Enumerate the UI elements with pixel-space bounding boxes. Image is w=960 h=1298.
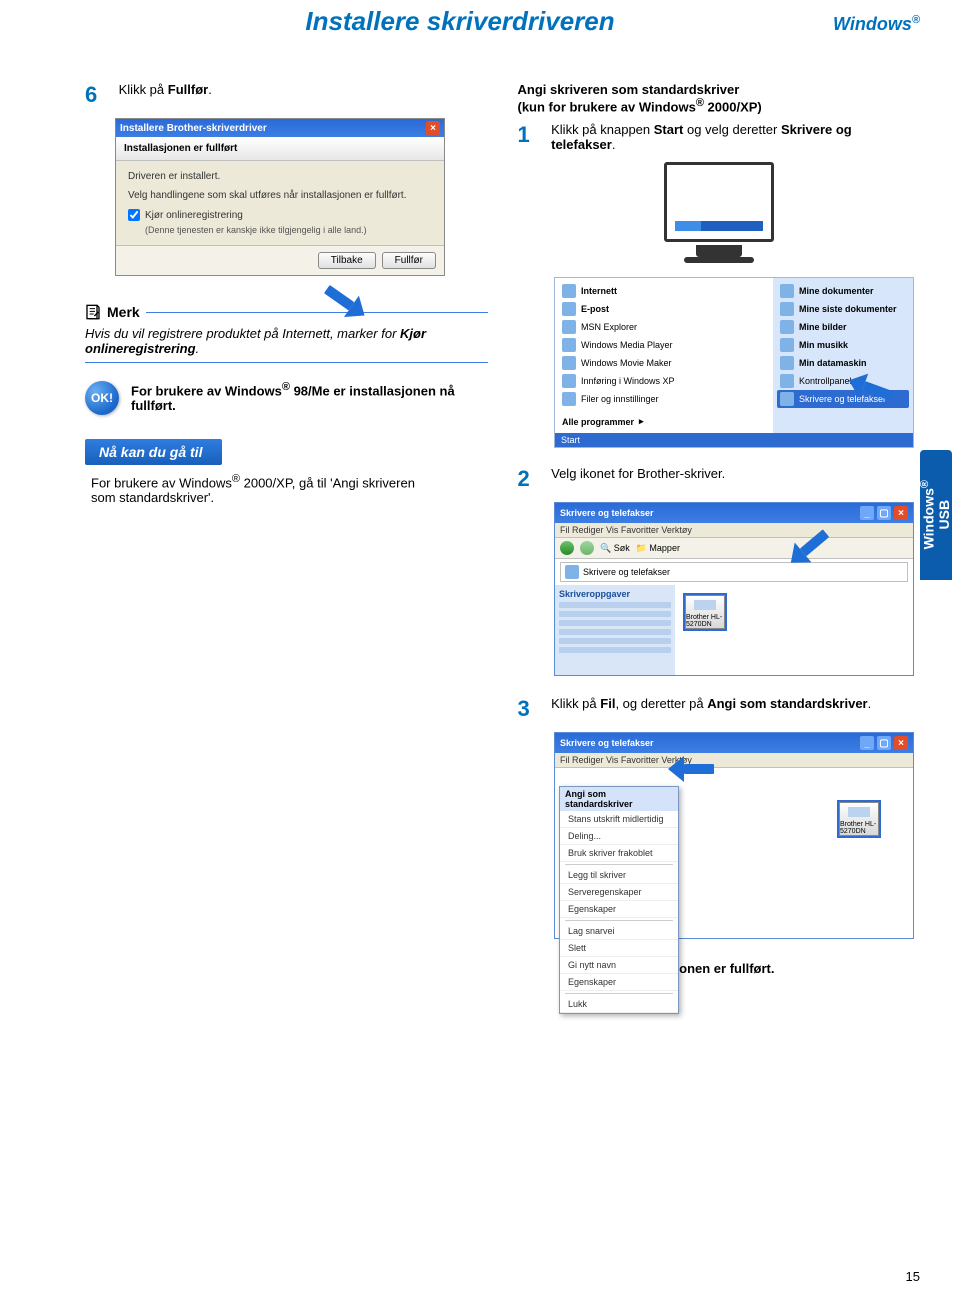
dialog-line1: Driveren er installert. xyxy=(128,171,432,182)
maximize-icon[interactable]: ▢ xyxy=(877,736,891,750)
file-menu-item[interactable]: Lukk xyxy=(560,996,678,1013)
close-icon[interactable]: × xyxy=(894,506,908,520)
file-menu-item[interactable]: Deling... xyxy=(560,828,678,845)
transfer-icon xyxy=(562,392,576,406)
file-menu-item[interactable]: Lag snarvei xyxy=(560,923,678,940)
minimize-icon[interactable]: _ xyxy=(860,506,874,520)
mail-icon xyxy=(562,302,576,316)
ie-icon xyxy=(562,284,576,298)
now-goto-button: Nå kan du gå til xyxy=(85,439,222,465)
right-intro: Angi skriveren som standardskriver (kun … xyxy=(518,82,921,114)
online-reg-note: (Denne tjenesten er kanskje ikke tilgjen… xyxy=(145,225,432,235)
brother-printer-icon[interactable]: Brother HL-5270DN xyxy=(685,595,725,629)
close-icon[interactable]: × xyxy=(894,736,908,750)
file-menu-item[interactable]: Legg til skriver xyxy=(560,867,678,884)
page-number: 15 xyxy=(906,1269,920,1284)
printers-window-2: Skrivere og telefakser _ ▢ × Fil Rediger… xyxy=(554,732,914,939)
start-menu-screenshot: Internett E-post MSN Explorer Windows Me… xyxy=(554,277,914,448)
file-menu-item[interactable]: Serveregenskaper xyxy=(560,884,678,901)
toolbar-search[interactable]: 🔍 Søk xyxy=(600,543,630,554)
file-menu-item[interactable]: Bruk skriver frakoblet xyxy=(560,845,678,862)
recent-icon xyxy=(780,302,794,316)
finish-button[interactable]: Fullfør xyxy=(382,252,436,269)
monitor-icon xyxy=(518,162,921,263)
step-2-text: Velg ikonet for Brother-skriver. xyxy=(551,466,725,481)
step-3-number: 3 xyxy=(518,696,548,722)
folder-icon xyxy=(565,565,579,579)
step-6-text: Klikk på Fullfør. xyxy=(119,82,212,97)
back-icon[interactable] xyxy=(560,541,574,555)
step-1-number: 1 xyxy=(518,122,548,148)
page-title: Installere skriverdriveren xyxy=(305,6,614,37)
file-menu-item[interactable]: Gi nytt navn xyxy=(560,957,678,974)
tour-icon xyxy=(562,374,576,388)
maximize-icon[interactable]: ▢ xyxy=(877,506,891,520)
printers-window-1: Skrivere og telefakser _ ▢ × Fil Rediger… xyxy=(554,502,914,676)
dialog-line2: Velg handlingene som skal utføres når in… xyxy=(128,190,432,201)
side-tasks-header: Skriveroppgaver xyxy=(559,589,671,599)
merk-body: Hvis du vil registrere produktet på Inte… xyxy=(85,322,488,363)
file-menu-item[interactable]: Egenskaper xyxy=(560,974,678,991)
window-menu[interactable]: Fil Rediger Vis Favoritter Verktøy xyxy=(555,523,913,538)
msn-icon xyxy=(562,320,576,334)
ok-text-1: For brukere av Windows® 98/Me er install… xyxy=(131,381,488,413)
window-title: Skrivere og telefakser xyxy=(560,508,654,518)
file-menu-item[interactable]: Slett xyxy=(560,940,678,957)
wmm-icon xyxy=(562,356,576,370)
step-6-number: 6 xyxy=(85,82,115,108)
online-reg-checkbox[interactable] xyxy=(128,209,140,221)
step-2-number: 2 xyxy=(518,466,548,492)
side-tab: Windows® USB xyxy=(920,450,952,580)
back-button[interactable]: Tilbake xyxy=(318,252,376,269)
ok-badge: OK! xyxy=(85,381,119,415)
step-1-text: Klikk på knappen Start og velg deretter … xyxy=(551,122,891,152)
note-icon xyxy=(85,304,101,320)
merk-title: Merk xyxy=(107,304,140,320)
step-3-text: Klikk på Fil, og deretter på Angi som st… xyxy=(551,696,871,711)
online-reg-label: Kjør onlineregistrering xyxy=(145,210,243,221)
installer-dialog: Installere Brother-skriverdriver × Insta… xyxy=(115,118,445,276)
file-menu-item[interactable]: Egenskaper xyxy=(560,901,678,918)
pics-icon xyxy=(780,320,794,334)
dialog-title: Installere Brother-skriverdriver xyxy=(120,123,267,134)
toolbar-folders[interactable]: 📁 Mapper xyxy=(636,543,680,554)
file-menu-item[interactable]: Stans utskrift midlertidig xyxy=(560,811,678,828)
cpanel-icon xyxy=(780,374,794,388)
minimize-icon[interactable]: _ xyxy=(860,736,874,750)
dialog-subhead: Installasjonen er fullført xyxy=(116,137,444,161)
now-goto-text: For brukere av Windows® 2000/XP, gå til … xyxy=(91,473,441,505)
docs-icon xyxy=(780,284,794,298)
file-menu-open: Angi som standardskriver Stans utskrift … xyxy=(559,786,679,1014)
window-title: Skrivere og telefakser xyxy=(560,738,654,748)
set-default-item[interactable]: Angi som standardskriver xyxy=(560,787,678,811)
header-brand: Windows® xyxy=(833,14,920,35)
arrow-icon xyxy=(668,762,714,784)
music-icon xyxy=(780,338,794,352)
mycomputer-icon xyxy=(780,356,794,370)
window-menu[interactable]: Fil Rediger Vis Favoritter Verktøy xyxy=(555,753,913,768)
printers-icon xyxy=(780,392,794,406)
close-icon[interactable]: × xyxy=(426,121,440,135)
wmp-icon xyxy=(562,338,576,352)
start-button[interactable]: Start xyxy=(561,435,580,445)
brother-printer-icon[interactable]: Brother HL-5270DN xyxy=(839,802,879,836)
forward-icon[interactable] xyxy=(580,541,594,555)
